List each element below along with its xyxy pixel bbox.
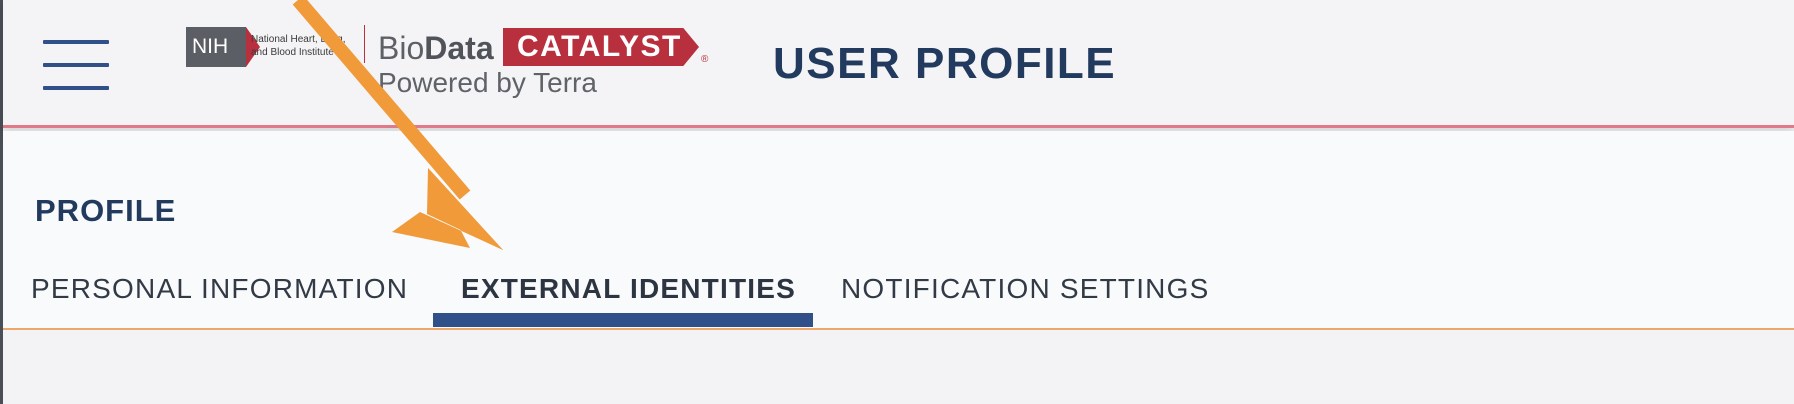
powered-by-terra: Powered by Terra [378,67,597,98]
nih-institute-line1: National Heart, Lung, [251,34,346,45]
nih-logo-box: NIH [186,27,246,67]
logo-divider [364,25,365,63]
brand-bio: Bio [378,30,425,66]
nih-institute-name: National Heart, Lung, and Blood Institut… [251,33,351,59]
tab-panel-area [3,330,1794,404]
app-header: NIH National Heart, Lung, and Blood Inst… [3,0,1794,128]
brand-data: Data [424,30,494,66]
registered-mark: ® [701,54,709,65]
hamburger-menu-icon[interactable] [43,38,109,94]
nih-institute-line2: and Blood Institute [251,47,334,58]
nih-logo[interactable]: NIH National Heart, Lung, and Blood Inst… [186,27,346,71]
menu-bar-line [43,86,109,90]
menu-bar-line [43,40,109,44]
biodata-wordmark[interactable]: BioData [378,28,494,68]
tab-personal-information[interactable]: PERSONAL INFORMATION [31,271,408,307]
section-title: PROFILE [35,193,177,228]
catalyst-badge: CATALYST [503,28,699,66]
active-tab-indicator [433,313,813,327]
tab-external-identities[interactable]: EXTERNAL IDENTITIES [461,271,796,307]
tab-notification-settings[interactable]: NOTIFICATION SETTINGS [841,271,1209,307]
profile-content: PROFILE PERSONAL INFORMATION EXTERNAL ID… [3,131,1794,330]
menu-bar-line [43,63,109,67]
page-title: USER PROFILE [773,39,1117,88]
